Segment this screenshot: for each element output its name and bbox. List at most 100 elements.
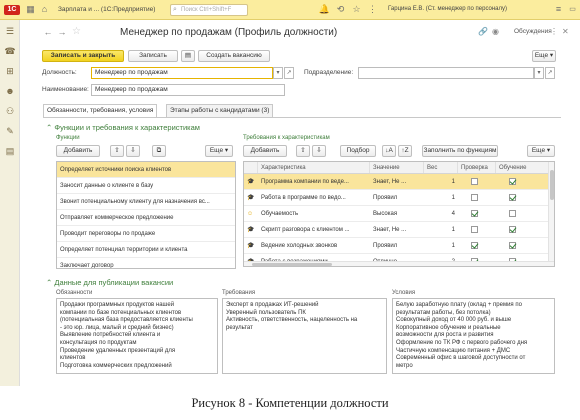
- create-vacancy-button[interactable]: Создать вакансию: [198, 50, 270, 62]
- column-header[interactable]: Вес: [424, 162, 458, 173]
- document-icon[interactable]: ▤: [3, 144, 17, 158]
- dropdown-button[interactable]: ▾: [273, 67, 283, 79]
- wrench-icon[interactable]: ✎: [3, 124, 17, 138]
- training-checkbox[interactable]: [509, 193, 516, 201]
- report-icon[interactable]: ▤: [181, 50, 195, 62]
- back-arrow-icon[interactable]: ←: [42, 26, 54, 38]
- value-cell[interactable]: Проявил: [370, 190, 424, 205]
- training-checkbox[interactable]: [509, 209, 516, 217]
- open-link-icon[interactable]: ↗: [284, 67, 294, 79]
- check-cell[interactable]: [458, 238, 496, 253]
- check-cell[interactable]: [458, 174, 496, 189]
- value-cell[interactable]: Высокая: [370, 206, 424, 221]
- weight-cell[interactable]: 4: [424, 206, 458, 221]
- training-cell[interactable]: [496, 174, 550, 189]
- functions-more-button[interactable]: Еще ▾: [205, 145, 233, 157]
- training-cell[interactable]: [496, 206, 550, 221]
- training-cell[interactable]: [496, 222, 550, 237]
- characteristic-cell[interactable]: Работа в программе по ведо...: [258, 190, 370, 205]
- requirements-more-button[interactable]: Еще ▾: [527, 145, 555, 157]
- column-header[interactable]: Проверка: [458, 162, 496, 173]
- close-icon[interactable]: ✕: [562, 27, 569, 36]
- weight-cell[interactable]: 1: [424, 222, 458, 237]
- list-item[interactable]: Определяет потенциал территории и клиент…: [57, 242, 235, 258]
- table-row[interactable]: 🎓 Программа компании по веде... Знает, Не …: [244, 174, 554, 190]
- table-row[interactable]: 🎓 Ведение холодных звонков Проявил 1: [244, 238, 554, 254]
- save-button[interactable]: Записать: [128, 50, 178, 62]
- training-checkbox[interactable]: [509, 225, 516, 233]
- list-item[interactable]: Звонит потенциальному клиенту для назнач…: [57, 194, 235, 210]
- check-checkbox[interactable]: [471, 177, 478, 185]
- star-icon[interactable]: ☆: [350, 3, 363, 16]
- list-item[interactable]: Проводит переговоры по продаже: [57, 226, 235, 242]
- requirements-textarea[interactable]: Эксперт в продажах ИТ-решений Уверенный …: [222, 298, 387, 374]
- value-cell[interactable]: Проявил: [370, 238, 424, 253]
- check-checkbox[interactable]: [471, 241, 478, 249]
- check-cell[interactable]: [458, 206, 496, 221]
- check-cell[interactable]: [458, 222, 496, 237]
- tab-duties[interactable]: Обязанности, требования, условия: [43, 104, 158, 118]
- department-dropdown-icon[interactable]: ▾: [534, 67, 544, 79]
- table-row[interactable]: 🎓 Работа в программе по ведо... Проявил 1: [244, 190, 554, 206]
- copy-icon[interactable]: ⧉: [152, 145, 166, 157]
- name-field[interactable]: Менеджер по продажам: [91, 84, 285, 96]
- gift-icon[interactable]: ⊞: [3, 64, 17, 78]
- table-row[interactable]: ☺ Обучаемость Высокая 4: [244, 206, 554, 222]
- characteristic-cell[interactable]: Скрипт разговора с клиентом ...: [258, 222, 370, 237]
- duties-textarea[interactable]: Продажи программных продуктов нашей комп…: [56, 298, 218, 374]
- forward-arrow-icon[interactable]: →: [56, 26, 68, 38]
- req-move-down-icon[interactable]: ⇩: [312, 145, 326, 157]
- training-checkbox[interactable]: [509, 241, 516, 249]
- more-button[interactable]: Еще ▾: [532, 50, 556, 62]
- more-vertical-icon[interactable]: ⋮: [550, 27, 558, 36]
- weight-cell[interactable]: 1: [424, 238, 458, 253]
- list-item[interactable]: Определяет источники поиска клиентов: [57, 162, 235, 178]
- phone-icon[interactable]: ☎: [3, 44, 17, 58]
- move-up-icon[interactable]: ⇧: [110, 145, 124, 157]
- link-icon[interactable]: 🔗: [478, 27, 488, 36]
- publication-section-toggle[interactable]: ⌃ Данные для публикации вакансии: [46, 278, 173, 287]
- column-header[interactable]: Характеристика: [258, 162, 370, 173]
- grid-menu-icon[interactable]: ▦: [24, 3, 37, 16]
- list-item[interactable]: Заносит данные о клиенте в базу: [57, 178, 235, 194]
- check-cell[interactable]: [458, 190, 496, 205]
- req-move-up-icon[interactable]: ⇧: [296, 145, 310, 157]
- sort-desc-icon[interactable]: ↑Z: [398, 145, 412, 157]
- characteristic-cell[interactable]: Программа компании по веде...: [258, 174, 370, 189]
- table-hscrollbar[interactable]: [244, 261, 554, 266]
- weight-cell[interactable]: 1: [424, 190, 458, 205]
- weight-cell[interactable]: 1: [424, 174, 458, 189]
- training-cell[interactable]: [496, 190, 550, 205]
- current-user[interactable]: Гарцина Е.В. (Ст. менеджер по персоналу): [388, 6, 507, 12]
- person-icon[interactable]: ⚇: [3, 104, 17, 118]
- sort-asc-icon[interactable]: ↓A: [382, 145, 396, 157]
- main-menu-icon[interactable]: ☰: [3, 24, 17, 38]
- discussions-link[interactable]: Обсуждения: [514, 28, 552, 35]
- functions-list[interactable]: Определяет источники поиска клиентов Зан…: [56, 161, 236, 269]
- check-checkbox[interactable]: [471, 193, 478, 201]
- links-icon[interactable]: ⋮: [366, 3, 379, 16]
- conditions-textarea[interactable]: Белую заработную плату (оклад + премия п…: [392, 298, 555, 374]
- list-item[interactable]: Отправляет коммерческое предложение: [57, 210, 235, 226]
- add-requirement-button[interactable]: Добавить: [243, 145, 287, 157]
- characteristic-cell[interactable]: Ведение холодных звонков: [258, 238, 370, 253]
- bell-icon[interactable]: 🔔: [318, 3, 331, 16]
- global-search-input[interactable]: ⌕ Поиск Ctrl+Shift+F: [170, 4, 248, 16]
- history-icon[interactable]: ⟲: [334, 3, 347, 16]
- training-cell[interactable]: [496, 238, 550, 253]
- department-open-icon[interactable]: ↗: [545, 67, 555, 79]
- settings-menu-icon[interactable]: ≡: [552, 3, 565, 16]
- check-checkbox[interactable]: [471, 225, 478, 233]
- save-and-close-button[interactable]: Записать и закрыть: [42, 50, 124, 62]
- discussion-bubble-icon[interactable]: ◉: [492, 27, 499, 36]
- training-checkbox[interactable]: [509, 177, 516, 185]
- characteristic-cell[interactable]: Обучаемость: [258, 206, 370, 221]
- table-scrollbar[interactable]: [548, 162, 554, 266]
- people-icon[interactable]: ☻: [3, 84, 17, 98]
- column-header[interactable]: Обучение: [496, 162, 550, 173]
- position-field[interactable]: Менеджер по продажам: [91, 67, 273, 79]
- selection-button[interactable]: Подбор: [340, 145, 376, 157]
- functions-section-toggle[interactable]: ⌃ Функции и требования к характеристикам: [46, 123, 200, 132]
- favorite-star-icon[interactable]: ☆: [72, 26, 81, 37]
- column-header[interactable]: Значение: [370, 162, 424, 173]
